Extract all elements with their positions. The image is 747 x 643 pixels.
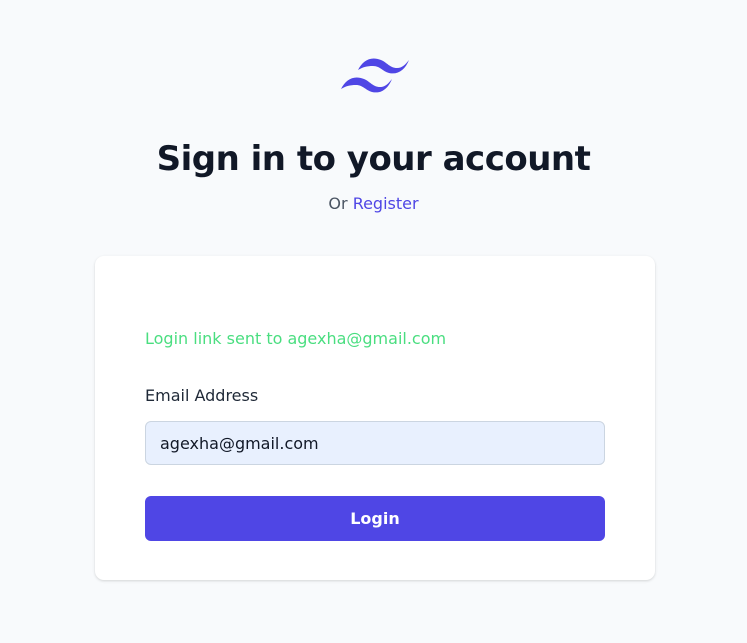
status-message: Login link sent to agexha@gmail.com bbox=[145, 329, 447, 348]
subtitle-prefix: Or bbox=[328, 194, 348, 213]
page-title: Sign in to your account bbox=[156, 139, 591, 179]
logo-icon bbox=[341, 56, 409, 98]
subtitle: Or Register bbox=[0, 193, 747, 215]
email-label: Email Address bbox=[145, 386, 259, 405]
email-input[interactable] bbox=[145, 421, 605, 465]
login-card: Login link sent to agexha@gmail.com Emai… bbox=[95, 256, 655, 580]
login-button[interactable]: Login bbox=[145, 496, 605, 541]
register-link[interactable]: Register bbox=[353, 194, 419, 213]
